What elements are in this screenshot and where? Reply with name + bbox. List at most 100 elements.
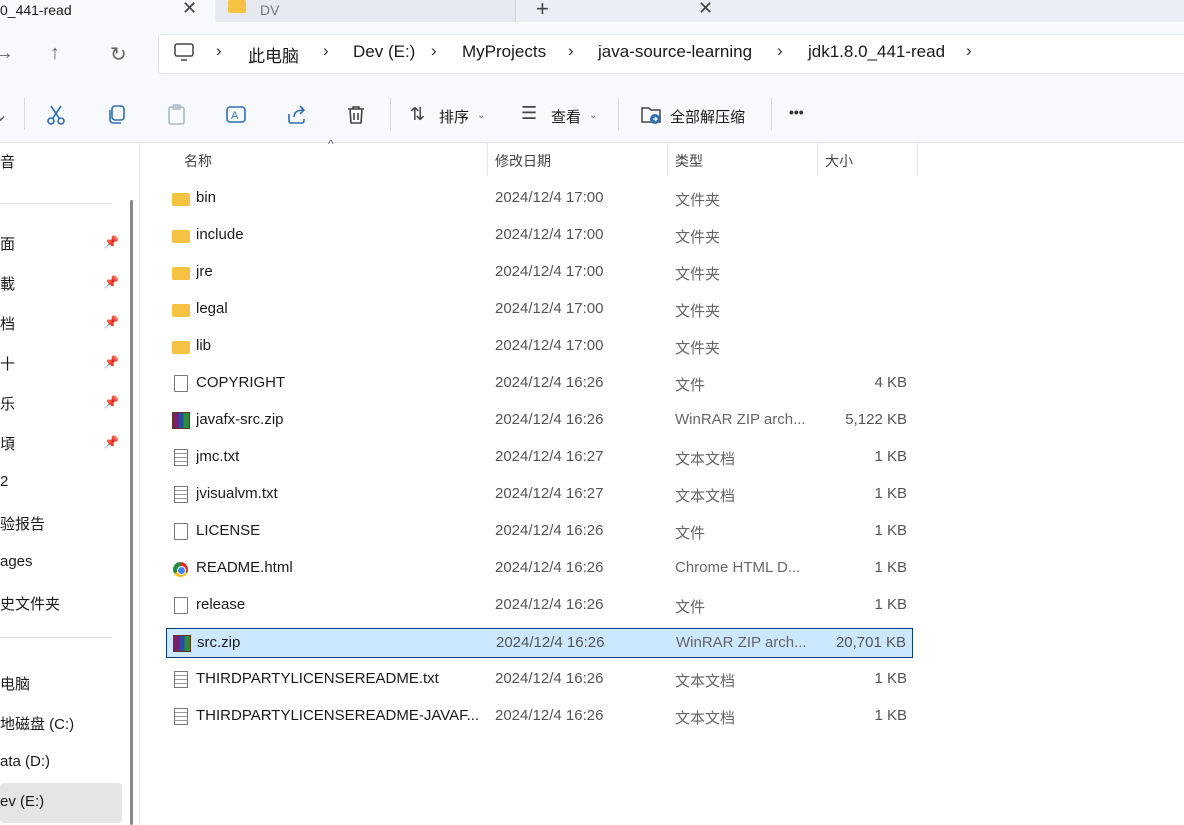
view-button[interactable]: 查看 <box>551 106 581 127</box>
chevron-down-icon[interactable]: ⌄ <box>477 110 485 121</box>
file-name: release <box>196 596 246 613</box>
extract-all-button[interactable]: 全部解压缩 <box>670 106 745 127</box>
file-type: 文本文档 <box>675 451 736 468</box>
file-type: 文件夹 <box>675 303 721 320</box>
file-row[interactable]: javafx-src.zip 2024/12/4 16:26 WinRAR ZIP … <box>166 406 913 436</box>
sort-button[interactable]: 排序 <box>439 106 469 127</box>
chrome-icon <box>173 562 188 577</box>
file-size: 1 KB <box>874 670 907 687</box>
folder-icon <box>172 193 190 206</box>
file-date: 2024/12/4 16:27 <box>495 448 604 465</box>
file-name: jmc.txt <box>196 448 240 465</box>
file-row[interactable]: include 2024/12/4 17:00 文件夹 <box>166 221 913 251</box>
tab-title: 0_441-read <box>0 2 72 18</box>
sidebar-scrollbar[interactable] <box>130 200 133 825</box>
delete-icon[interactable] <box>346 104 368 126</box>
view-icon[interactable]: ☰ <box>521 103 537 124</box>
file-list: ^ 名称 修改日期 类型 大小 bin 2024/12/4 17:00 文件夹 inc… <box>146 137 1184 825</box>
sidebar-item[interactable]: 档 <box>0 313 15 334</box>
zip-icon <box>172 412 190 429</box>
chevron-down-icon[interactable]: ⌄ <box>589 110 597 121</box>
breadcrumb-separator[interactable]: › <box>568 41 574 61</box>
file-row[interactable]: jvisualvm.txt 2024/12/4 16:27 文本文档 1 KB <box>166 480 913 510</box>
folder-icon <box>172 230 190 243</box>
file-type: 文件夹 <box>675 192 721 209</box>
file-row[interactable]: release 2024/12/4 16:26 文件 1 KB <box>166 591 913 621</box>
column-header-type[interactable]: 类型 <box>667 143 817 176</box>
breadcrumb-item[interactable]: 此电脑 <box>248 42 299 67</box>
file-date: 2024/12/4 16:26 <box>495 707 604 724</box>
new-tab-button[interactable]: + <box>536 0 549 22</box>
file-date: 2024/12/4 16:27 <box>495 485 604 502</box>
close-icon[interactable]: ✕ <box>698 0 713 19</box>
breadcrumb-separator[interactable]: › <box>966 41 972 61</box>
sidebar-item-drive-e[interactable]: ev (E:) <box>0 793 44 810</box>
rename-icon[interactable]: A <box>226 104 248 126</box>
sidebar-item-this-pc[interactable]: 电脑 <box>0 673 30 694</box>
breadcrumb-separator[interactable]: › <box>216 41 222 61</box>
file-size: 20,701 KB <box>835 634 906 651</box>
file-row[interactable]: COPYRIGHT 2024/12/4 16:26 文件 4 KB <box>166 369 913 399</box>
computer-icon[interactable] <box>173 42 195 62</box>
sidebar-item[interactable]: 載 <box>0 273 15 294</box>
column-header-name[interactable]: 名称 <box>146 143 487 176</box>
breadcrumb-current[interactable]: jdk1.8.0_441-read <box>808 42 945 62</box>
tab-jdk[interactable]: 0_441-read ✕ <box>0 0 215 22</box>
breadcrumb-item[interactable]: Dev (E:) <box>353 42 415 62</box>
copy-icon[interactable] <box>106 104 128 126</box>
column-divider[interactable] <box>917 143 918 176</box>
breadcrumb-separator[interactable]: › <box>777 41 783 61</box>
file-row[interactable]: README.html 2024/12/4 16:26 Chrome HTML D.… <box>166 554 913 584</box>
file-row[interactable]: THIRDPARTYLICENSEREADME.txt 2024/12/4 16:… <box>166 665 913 695</box>
breadcrumb-separator[interactable]: › <box>431 41 437 61</box>
file-date: 2024/12/4 16:26 <box>495 670 604 687</box>
zip-icon <box>173 635 191 652</box>
sidebar-item[interactable]: 验报告 <box>0 513 45 534</box>
file-row[interactable]: lib 2024/12/4 17:00 文件夹 <box>166 332 913 362</box>
sidebar-item[interactable]: ages <box>0 553 33 570</box>
tab-dv[interactable]: DV ✕ <box>216 0 713 22</box>
sidebar-item-drive-d[interactable]: ata (D:) <box>0 753 50 770</box>
column-header-date[interactable]: 修改日期 <box>487 143 667 176</box>
file-date: 2024/12/4 17:00 <box>495 189 604 206</box>
file-row[interactable]: legal 2024/12/4 17:00 文件夹 <box>166 295 913 325</box>
extract-icon[interactable] <box>640 104 664 126</box>
command-toolbar: ⌄ A ⇅ 排序 ⌄ ☰ 查看 ⌄ 全部解压缩 ••• <box>0 86 1184 143</box>
chevron-down-icon[interactable]: ⌄ <box>0 102 9 127</box>
file-row[interactable]: THIRDPARTYLICENSEREADME-JAVAF... 2024/12/… <box>166 702 913 732</box>
paste-icon[interactable] <box>166 104 188 126</box>
file-row[interactable]: src.zip 2024/12/4 16:26 WinRAR ZIP arch...… <box>166 628 913 658</box>
sidebar-item[interactable]: 十 <box>0 353 15 374</box>
sidebar-item[interactable]: 頃 <box>0 433 15 454</box>
share-icon[interactable] <box>286 104 308 126</box>
file-name: jre <box>196 263 213 280</box>
breadcrumb-separator[interactable]: › <box>323 41 329 61</box>
file-row[interactable]: jmc.txt 2024/12/4 16:27 文本文档 1 KB <box>166 443 913 473</box>
pin-icon: 📌 <box>104 275 119 289</box>
divider <box>390 98 391 130</box>
refresh-icon[interactable]: ↻ <box>110 42 127 67</box>
file-size: 1 KB <box>874 559 907 576</box>
file-name: javafx-src.zip <box>196 411 284 428</box>
sidebar-item[interactable]: 音 <box>0 151 15 172</box>
more-button[interactable]: ••• <box>789 104 804 120</box>
file-row[interactable]: LICENSE 2024/12/4 16:26 文件 1 KB <box>166 517 913 547</box>
sidebar-item[interactable]: 面 <box>0 233 15 254</box>
sidebar-item-drive-c[interactable]: 地磁盘 (C:) <box>0 713 74 734</box>
file-row[interactable]: bin 2024/12/4 17:00 文件夹 <box>166 184 913 214</box>
sidebar-item[interactable]: 史文件夹 <box>0 593 60 614</box>
text-icon <box>174 486 188 503</box>
breadcrumb-item[interactable]: MyProjects <box>462 42 546 62</box>
sort-icon[interactable]: ⇅ <box>410 104 425 125</box>
cut-icon[interactable] <box>46 104 66 126</box>
up-icon[interactable]: ↑ <box>50 42 60 65</box>
sidebar-item[interactable]: 乐 <box>0 393 15 414</box>
folder-icon <box>228 0 246 13</box>
pin-icon: 📌 <box>104 395 119 409</box>
column-header-size[interactable]: 大小 <box>817 143 917 176</box>
close-icon[interactable]: ✕ <box>182 0 197 19</box>
file-row[interactable]: jre 2024/12/4 17:00 文件夹 <box>166 258 913 288</box>
sidebar-item[interactable]: 2 <box>0 473 8 490</box>
breadcrumb-item[interactable]: java-source-learning <box>598 42 752 62</box>
forward-icon[interactable]: → <box>0 42 14 65</box>
